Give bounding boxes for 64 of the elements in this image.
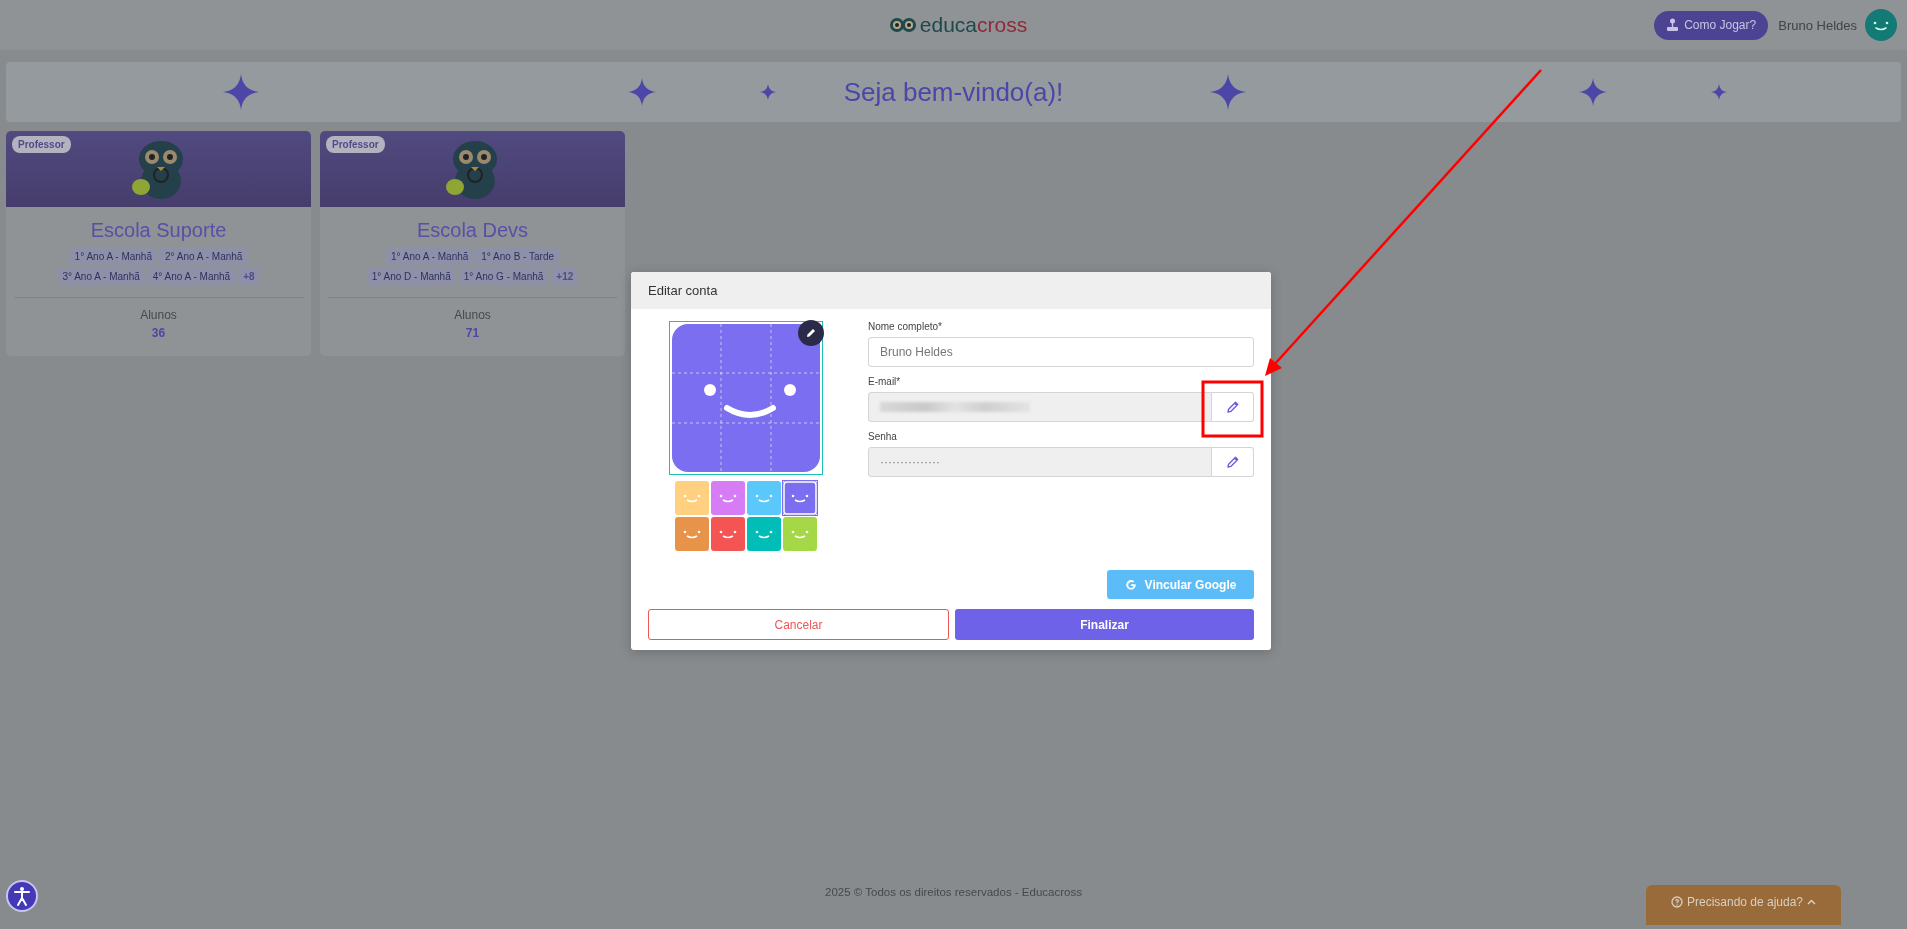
avatar-color-option[interactable] [747,481,781,515]
help-widget-button[interactable]: Precisando de ajuda? [1646,885,1841,925]
logo-wordmark: educacross [919,13,1028,37]
joystick-icon [1666,18,1680,32]
students-count: 36 [151,326,166,340]
school-name: Escola Suporte [90,219,227,242]
edit-field-button[interactable] [1212,447,1254,477]
sparkle-icon [1579,78,1607,106]
google-icon [1124,578,1137,591]
role-badge: Professor [326,136,385,153]
sparkle-icon [1210,74,1246,110]
copyright-text: 2025 © Todos os direitos reservados - Educacross [825,886,1082,900]
students-label: Alunos [454,308,491,322]
dialog-title: Editar conta [648,283,718,298]
how-to-play-button[interactable]: Como Jogar? [1654,10,1769,40]
link-google-button[interactable]: Vincular Google [1107,570,1254,599]
avatar-color-option[interactable] [747,517,781,551]
class-tag: 2° Ano A - Manhã [160,248,248,265]
avatar-color-option[interactable] [783,517,817,551]
chevron-up-icon [1807,898,1817,905]
accessibility-icon[interactable] [6,880,38,912]
field-label: E-mail* [868,376,902,387]
field-label: Nome completo* [868,321,943,332]
highlight-box [1201,380,1264,438]
sparkle-icon [628,78,656,106]
more-classes-tag[interactable]: +12 [551,268,579,285]
avatar-color-option[interactable] [711,517,745,551]
students-label: Alunos [140,308,177,322]
school-card[interactable]: Professor Escola Devs 1° Ano A - Manhã 1° Ano B - Tarde 1° Ano D - Manhã 1° Ano G - Manhã +12 Alunos 71 [320,131,625,356]
avatar-smiley-icon [672,324,820,472]
school-name: Escola Devs [416,219,529,242]
avatar-color-option[interactable] [783,481,817,515]
pencil-icon [1225,400,1240,414]
avatar-color-option[interactable] [675,517,709,551]
question-icon [1670,895,1683,908]
edit-avatar-button[interactable] [798,320,824,346]
role-badge: Professor [12,136,71,153]
more-classes-tag[interactable]: +8 [238,268,260,285]
sparkle-icon [1711,84,1727,100]
field-label: Senha [868,431,898,442]
class-tag: 1° Ano D - Manhã [366,268,456,285]
class-tag: 3° Ano A - Manhã [57,268,145,285]
sparkle-icon [760,84,776,100]
students-count: 71 [465,326,480,340]
pencil-icon [805,327,817,339]
user-name[interactable]: Bruno Heldes [1778,17,1857,33]
edit-field-button[interactable] [1212,392,1254,422]
class-tag: 1° Ano G - Manhã [458,268,549,285]
class-tag: 1° Ano A - Manhã [69,248,157,265]
school-card[interactable]: Professor Escola Suporte 1° Ano A - Manhã 2° Ano A - Manhã 3° Ano A - Manhã 4° Ano A - Manhã +8 Alunos 36 [6,131,311,356]
class-tag: 4° Ano A - Manhã [147,268,236,285]
avatar-smiley-icon[interactable] [1865,9,1897,41]
class-tag: 1° Ano A - Manhã [385,248,474,265]
avatar-color-option[interactable] [711,481,745,515]
name-field[interactable]: Bruno Heldes [868,337,1254,367]
avatar-crop-frame[interactable] [669,321,823,475]
sparkle-icon [223,74,259,110]
class-tag: 1° Ano B - Tarde [476,248,560,265]
welcome-title: Seja bem-vindo(a)! [843,76,1064,108]
pencil-icon [1225,455,1240,469]
owl-logo-icon [889,17,916,33]
avatar-color-option[interactable] [675,481,709,515]
cancel-button[interactable]: Cancelar [648,609,949,640]
finish-button[interactable]: Finalizar [955,609,1254,640]
